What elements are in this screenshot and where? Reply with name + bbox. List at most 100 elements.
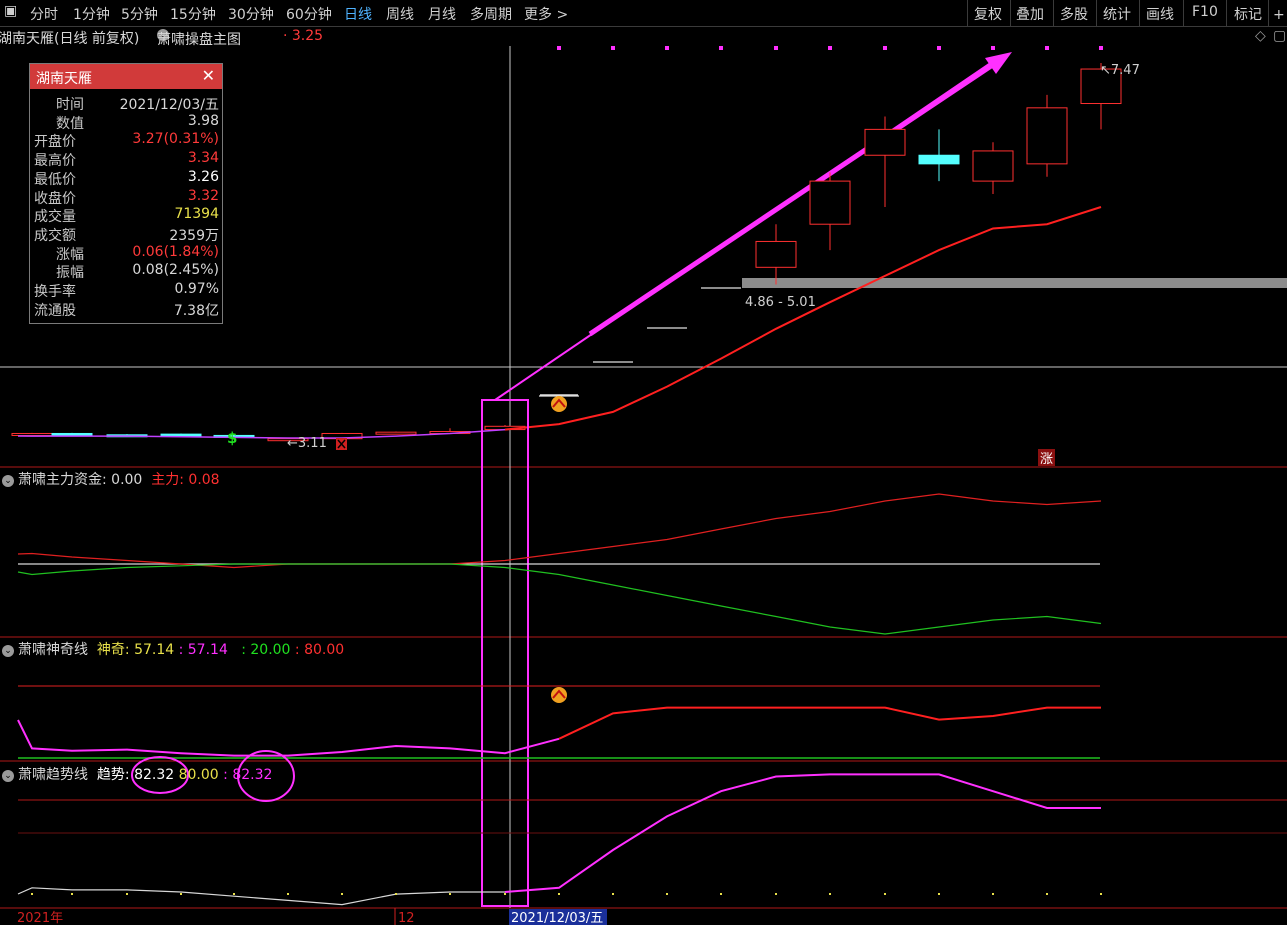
chevron-down-icon[interactable]: ⌄	[2, 770, 14, 782]
candle	[809, 172, 851, 251]
info-row-label: 数值	[56, 115, 84, 132]
info-row-label: 时间	[56, 97, 84, 113]
info-row-label: 最低价	[34, 171, 76, 188]
moving-average-line	[504, 206, 1102, 431]
info-row-label: 涨幅	[56, 246, 84, 263]
signal-dot	[1099, 46, 1103, 50]
axis-label-year: 2021年	[17, 911, 63, 925]
trend-dot	[992, 893, 994, 895]
signal-dot	[1045, 46, 1049, 50]
info-row-value: 0.08(2.45%)	[132, 262, 219, 279]
rise-badge: 涨	[1038, 449, 1055, 467]
info-row: 最高价 3.34	[30, 150, 222, 170]
info-row-value: 2021/12/03/五	[119, 97, 219, 113]
info-row-value: 3.34	[187, 150, 219, 167]
info-row-label: 振幅	[56, 265, 84, 282]
info-row: 成交额 2359万	[30, 225, 222, 244]
info-row-value: 3.32	[187, 187, 219, 204]
trend-dot	[938, 893, 940, 895]
info-row-label: 成交量	[34, 209, 76, 226]
panel-label-trend: ⌄ 萧啸趋势线 趋势: 82.32 80.00 : 82.32	[2, 764, 272, 784]
info-row-label: 收盘价	[34, 190, 76, 207]
axis-cursor-date: 2021/12/03/五	[511, 911, 603, 925]
trend-dot	[180, 893, 182, 895]
info-row-label: 开盘价	[34, 134, 76, 151]
signal-dot	[828, 46, 832, 50]
info-row-value: 71394	[174, 206, 219, 223]
candle	[972, 142, 1014, 195]
info-row-label: 成交额	[34, 227, 76, 244]
trend-dot	[504, 893, 506, 895]
magic-line-left	[17, 719, 560, 757]
info-row: 收盘价 3.32	[30, 187, 222, 207]
signal-dots	[557, 46, 1103, 50]
trend-dot	[31, 893, 33, 895]
info-row: 涨幅 0.06(1.84%)	[30, 243, 222, 263]
info-panel-title: 湖南天雁	[36, 71, 92, 87]
candle	[160, 433, 202, 437]
trend-dot	[666, 893, 668, 895]
info-row-value: 0.06(1.84%)	[132, 243, 219, 260]
signal-dot	[937, 46, 941, 50]
main-force-line	[17, 493, 1102, 569]
info-row: 最低价 3.26	[30, 169, 222, 188]
info-row-label: 换手率	[34, 284, 76, 300]
info-row-value: 3.98	[187, 112, 219, 129]
info-row: 流通股 7.38亿	[30, 300, 222, 319]
close-icon[interactable]: ✕	[202, 66, 215, 85]
candle	[755, 224, 797, 285]
signal-dot	[611, 46, 615, 50]
trend-dot	[829, 893, 831, 895]
trend-dot	[395, 893, 397, 895]
signal-up-icon	[540, 394, 578, 412]
trend-dot	[287, 893, 289, 895]
info-row: 时间 2021/12/03/五	[30, 94, 222, 113]
magic-line-right	[558, 706, 1101, 740]
info-row-value: 2359万	[169, 227, 219, 244]
candle	[864, 116, 906, 207]
low-annotation: ←3.11	[287, 436, 327, 451]
trend-dot	[1046, 893, 1048, 895]
chevron-down-icon[interactable]: ⌄	[2, 645, 14, 657]
info-panel-header: 湖南天雁 ✕	[30, 64, 222, 89]
trend-dot	[884, 893, 886, 895]
retail-line	[17, 563, 1102, 635]
x-signal-icon	[336, 438, 347, 450]
info-row: 振幅 0.08(2.45%)	[30, 262, 222, 282]
trend-dot	[233, 893, 235, 895]
panel-label-magic: ⌄ 萧啸神奇线 神奇: 57.14 : 57.14 : 20.00 : 80.00	[2, 639, 344, 659]
signal-dot	[557, 46, 561, 50]
candle	[1026, 94, 1068, 177]
trend-dot	[71, 893, 73, 895]
quote-info-panel: 湖南天雁 ✕ 时间 2021/12/03/五数值 3.98 开盘价 3.27(0.31%…	[29, 63, 223, 324]
chevron-down-icon[interactable]: ⌄	[2, 475, 14, 487]
signal-up-icon-p3	[551, 687, 567, 703]
price-band-label: 4.86 - 5.01	[745, 295, 816, 310]
trend-dot	[1100, 893, 1102, 895]
candle	[918, 129, 960, 182]
info-row: 成交量 71394	[30, 206, 222, 226]
arrow-head-icon	[985, 52, 1012, 74]
signal-dot	[991, 46, 995, 50]
trend-dot	[720, 893, 722, 895]
trend-dot	[449, 893, 451, 895]
dollar-signal-icon: $	[227, 429, 237, 447]
info-row-label: 流通股	[34, 302, 76, 319]
signal-dot	[719, 46, 723, 50]
candle	[375, 431, 417, 435]
info-row-value: 7.38亿	[173, 302, 219, 319]
axis-label-month: 12	[398, 911, 415, 925]
trend-arrow-thick	[588, 57, 1002, 337]
trend-dot	[126, 893, 128, 895]
info-row-value: 3.27(0.31%)	[132, 131, 219, 148]
price-band	[742, 278, 1287, 288]
candle	[11, 432, 53, 436]
info-row-value: 0.97%	[174, 281, 219, 297]
trend-dot	[558, 893, 560, 895]
info-row: 换手率 0.97%	[30, 281, 222, 300]
trend-dot	[612, 893, 614, 895]
info-row: 开盘价 3.27(0.31%)	[30, 131, 222, 151]
trend-dot	[775, 893, 777, 895]
info-row-label: 最高价	[34, 153, 76, 170]
signal-dot	[665, 46, 669, 50]
